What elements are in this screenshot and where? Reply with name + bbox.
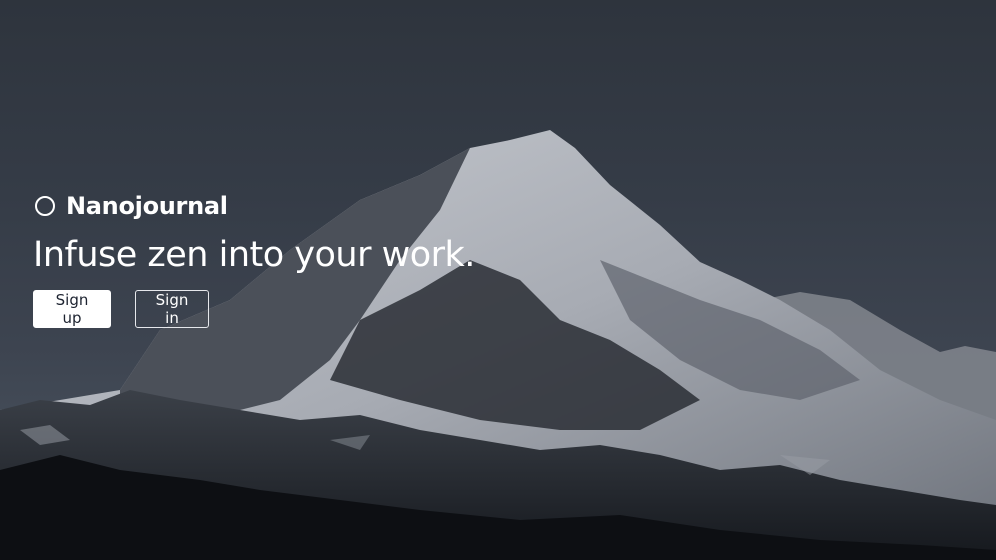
hero-actions: Sign up Sign in <box>33 290 475 328</box>
brand-name: Nanojournal <box>66 192 228 220</box>
brand[interactable]: Nanojournal <box>33 188 475 224</box>
circle-icon <box>35 196 55 216</box>
sign-up-button[interactable]: Sign up <box>33 290 111 328</box>
sign-in-button[interactable]: Sign in <box>135 290 209 328</box>
headline: Infuse zen into your work. <box>33 235 475 275</box>
hero-content: Nanojournal Infuse zen into your work. S… <box>33 188 475 328</box>
hero-section: Nanojournal Infuse zen into your work. S… <box>0 0 996 560</box>
